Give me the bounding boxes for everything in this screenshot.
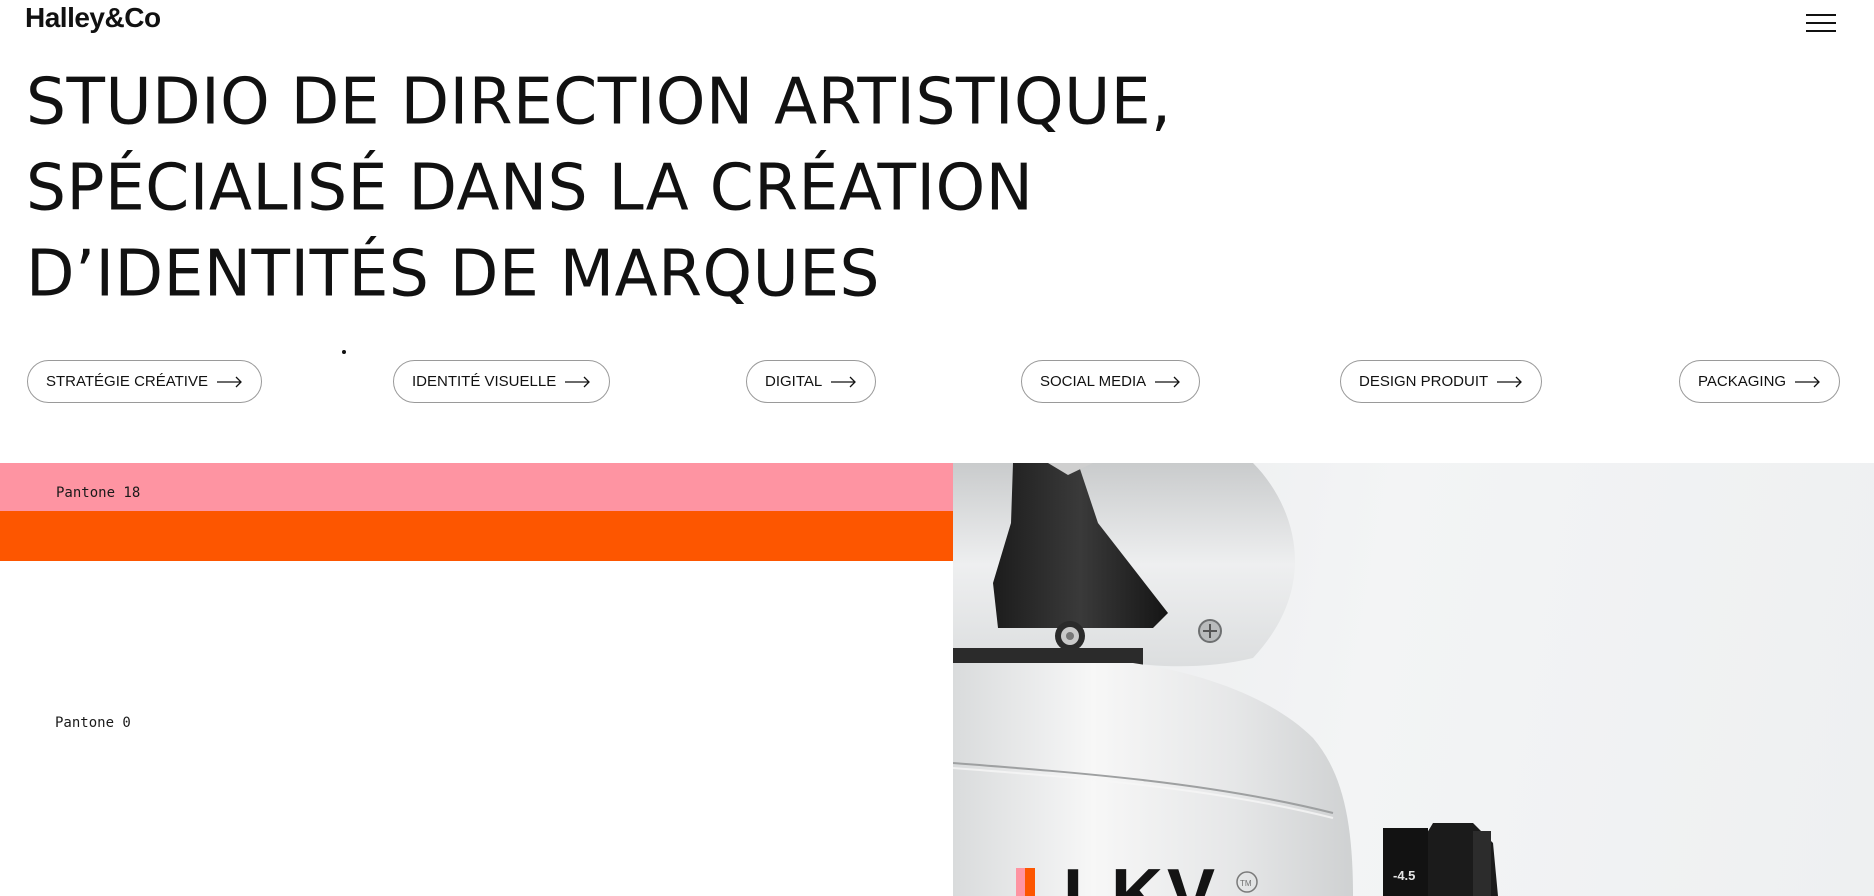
arrow-right-icon — [1795, 376, 1820, 387]
orange-swatch-band — [0, 511, 953, 561]
dial-mark: -4.5 — [1393, 868, 1415, 883]
hero-headline-line: STUDIO DE DIRECTION ARTISTIQUE, — [26, 64, 1172, 139]
service-link-identite-visuelle[interactable]: IDENTITÉ VISUELLE — [393, 360, 611, 403]
service-link-label: DESIGN PRODUIT — [1359, 373, 1489, 390]
arrow-right-icon — [216, 376, 242, 387]
pantone-label: Pantone 0 — [55, 715, 131, 731]
service-link-label: DIGITAL — [765, 373, 823, 390]
hero-headline-line: SPÉCIALISÉ DANS LA CRÉATION — [26, 150, 1034, 225]
pantone-label: Pantone 18 — [56, 485, 141, 501]
arrow-right-icon — [565, 376, 591, 387]
service-link-strategie-creative[interactable]: STRATÉGIE CRÉATIVE — [27, 360, 262, 403]
service-link-design-produit[interactable]: DESIGN PRODUIT — [1340, 360, 1543, 403]
color-swatch-panel: Pantone 18 Pantone 0 — [0, 463, 953, 896]
arrow-right-icon — [1497, 376, 1523, 387]
service-link-label: IDENTITÉ VISUELLE — [412, 373, 557, 390]
arrow-right-icon — [831, 376, 857, 387]
page: Halley&Co STUDIO DE DIRECTION ARTISTIQUE… — [0, 0, 1874, 896]
service-link-label: STRATÉGIE CRÉATIVE — [46, 373, 208, 390]
service-link-label: PACKAGING — [1698, 373, 1787, 390]
hero-headline-line: D’IDENTITÉS DE MARQUES — [26, 236, 880, 311]
hamburger-menu-icon[interactable] — [1806, 12, 1838, 34]
logo[interactable]: Halley&Co — [25, 2, 161, 34]
microscope-illustration: -4.5 LKV TM — [953, 463, 1498, 896]
product-logo-text: LKV — [1063, 855, 1219, 896]
product-photo: -4.5 LKV TM — [953, 463, 1874, 896]
trademark-mark: TM — [1240, 879, 1252, 888]
service-link-social-media[interactable]: SOCIAL MEDIA — [1021, 360, 1201, 403]
cursor-dot — [342, 350, 346, 354]
hero-headline: STUDIO DE DIRECTION ARTISTIQUE, SPÉCIALI… — [26, 58, 1226, 316]
pink-swatch-band — [0, 463, 953, 511]
service-link-packaging[interactable]: PACKAGING — [1679, 360, 1841, 403]
service-link-label: SOCIAL MEDIA — [1040, 373, 1147, 390]
service-link-digital[interactable]: DIGITAL — [746, 360, 877, 403]
arrow-right-icon — [1155, 376, 1181, 387]
